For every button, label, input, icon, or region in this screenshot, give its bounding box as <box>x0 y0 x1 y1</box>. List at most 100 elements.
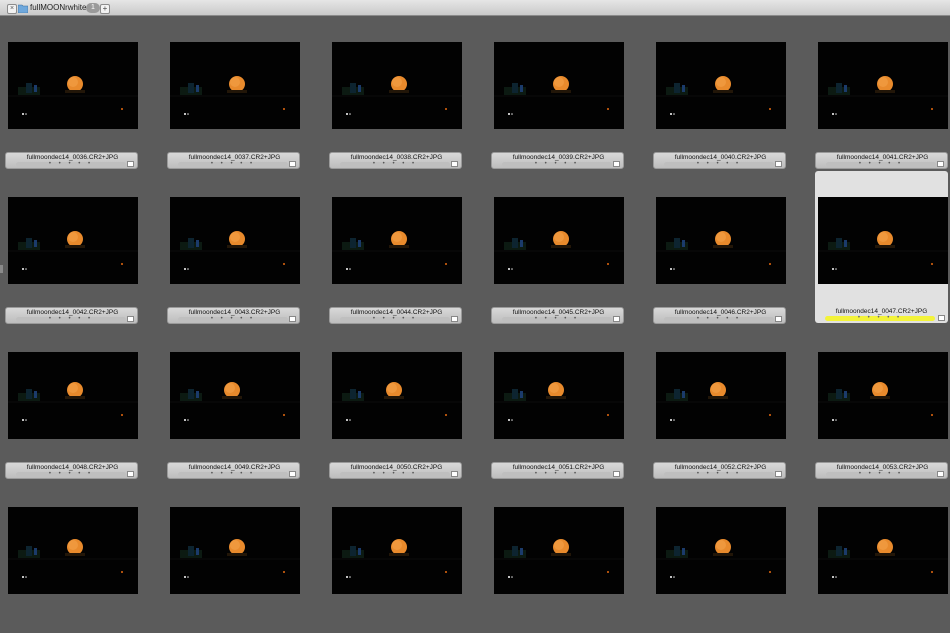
thumbnail-image[interactable] <box>494 42 624 129</box>
thumbnail-image[interactable] <box>170 42 300 129</box>
thumbnail-image[interactable] <box>818 352 948 439</box>
thumbnail-cell[interactable]: fullmoondec14_0051.CR2+JPG • • • • • <box>491 326 624 479</box>
thumbnail-image[interactable] <box>494 352 624 439</box>
thumbnail-cell[interactable] <box>815 481 948 633</box>
thumbnail-label-bar: fullmoondec14_0053.CR2+JPG • • • • • <box>815 462 948 479</box>
select-checkbox[interactable] <box>937 161 944 167</box>
thumbnail-filename: fullmoondec14_0053.CR2+JPG <box>836 464 929 471</box>
thumbnail-cell[interactable]: fullmoondec14_0052.CR2+JPG • • • • • <box>653 326 786 479</box>
thumbnail-image[interactable] <box>8 42 138 129</box>
tab-title[interactable]: fullMOONrwhite <box>30 3 86 12</box>
tab-bar: × fullMOONrwhite 1 + <box>0 0 950 16</box>
rating-stars[interactable]: • • • • • <box>664 161 774 167</box>
folder-icon <box>18 4 28 13</box>
thumbnail-image[interactable] <box>656 42 786 129</box>
thumbnail-cell[interactable]: fullmoondec14_0042.CR2+JPG • • • • • <box>5 171 138 324</box>
thumbnail-cell[interactable]: fullmoondec14_0041.CR2+JPG • • • • • <box>815 16 948 169</box>
thumbnail-image[interactable] <box>170 197 300 284</box>
rating-stars[interactable]: • • • • • <box>178 161 288 167</box>
rating-stars[interactable]: • • • • • <box>826 471 936 477</box>
select-checkbox[interactable] <box>613 471 620 477</box>
thumbnail-cell[interactable] <box>491 481 624 633</box>
thumbnail-image[interactable] <box>8 507 138 594</box>
select-checkbox[interactable] <box>127 161 134 167</box>
thumbnail-image[interactable] <box>656 352 786 439</box>
rating-stars[interactable]: • • • • • <box>502 471 612 477</box>
select-checkbox[interactable] <box>289 316 296 322</box>
thumbnail-cell[interactable]: fullmoondec14_0043.CR2+JPG • • • • • <box>167 171 300 324</box>
thumbnail-image[interactable] <box>818 507 948 594</box>
thumbnail-image[interactable] <box>656 507 786 594</box>
rating-stars[interactable]: • • • • • <box>16 161 126 167</box>
thumbnail-cell[interactable]: fullmoondec14_0048.CR2+JPG • • • • • <box>5 326 138 479</box>
select-checkbox[interactable] <box>775 316 782 322</box>
rating-stars[interactable]: • • • • • <box>664 316 774 322</box>
rating-stars[interactable]: • • • • • <box>340 316 450 322</box>
thumbnail-label-bar: fullmoondec14_0047.CR2+JPG • • • • • <box>815 307 948 324</box>
rating-stars[interactable]: • • • • • <box>340 471 450 477</box>
thumbnail-cell[interactable] <box>653 481 786 633</box>
thumbnail-filename: fullmoondec14_0049.CR2+JPG <box>188 464 281 471</box>
thumbnail-cell[interactable]: fullmoondec14_0050.CR2+JPG • • • • • <box>329 326 462 479</box>
thumbnail-cell[interactable]: fullmoondec14_0040.CR2+JPG • • • • • <box>653 16 786 169</box>
thumbnail-image[interactable] <box>818 42 948 129</box>
select-checkbox[interactable] <box>289 471 296 477</box>
thumbnail-cell[interactable] <box>329 481 462 633</box>
rating-stars[interactable]: • • • • • <box>825 315 935 321</box>
select-checkbox[interactable] <box>938 315 945 321</box>
select-checkbox[interactable] <box>127 316 134 322</box>
tab-count-badge: 1 <box>86 3 100 13</box>
select-checkbox[interactable] <box>451 471 458 477</box>
thumbnail-image[interactable] <box>332 42 462 129</box>
select-checkbox[interactable] <box>775 471 782 477</box>
thumbnail-cell[interactable]: fullmoondec14_0036.CR2+JPG • • • • • <box>5 16 138 169</box>
select-checkbox[interactable] <box>127 471 134 477</box>
select-checkbox[interactable] <box>775 161 782 167</box>
thumbnail-cell[interactable]: fullmoondec14_0039.CR2+JPG • • • • • <box>491 16 624 169</box>
rating-stars[interactable]: • • • • • <box>178 471 288 477</box>
thumbnail-cell[interactable]: fullmoondec14_0037.CR2+JPG • • • • • <box>167 16 300 169</box>
thumbnail-cell[interactable]: fullmoondec14_0046.CR2+JPG • • • • • <box>653 171 786 324</box>
select-checkbox[interactable] <box>289 161 296 167</box>
thumbnail-image[interactable] <box>332 352 462 439</box>
scroll-indicator[interactable] <box>0 265 3 273</box>
thumbnail-filename: fullmoondec14_0042.CR2+JPG <box>26 309 119 316</box>
thumbnail-image[interactable] <box>8 352 138 439</box>
add-tab-button[interactable]: + <box>100 4 110 14</box>
select-checkbox[interactable] <box>451 316 458 322</box>
thumbnail-image[interactable] <box>494 507 624 594</box>
thumbnail-image[interactable] <box>656 197 786 284</box>
thumbnail-image[interactable] <box>494 197 624 284</box>
rating-stars[interactable]: • • • • • <box>16 471 126 477</box>
select-checkbox[interactable] <box>613 161 620 167</box>
rating-stars[interactable]: • • • • • <box>502 161 612 167</box>
thumbnail-image[interactable] <box>8 197 138 284</box>
rating-stars[interactable]: • • • • • <box>340 161 450 167</box>
thumbnail-cell[interactable]: fullmoondec14_0038.CR2+JPG • • • • • <box>329 16 462 169</box>
thumbnail-cell[interactable]: fullmoondec14_0047.CR2+JPG • • • • • <box>815 171 948 323</box>
select-checkbox[interactable] <box>937 471 944 477</box>
thumbnail-filename: fullmoondec14_0038.CR2+JPG <box>350 154 443 161</box>
thumbnail-label-bar: fullmoondec14_0041.CR2+JPG • • • • • <box>815 152 948 169</box>
thumbnail-image[interactable] <box>332 197 462 284</box>
thumbnail-label-bar: fullmoondec14_0051.CR2+JPG • • • • • <box>491 462 624 479</box>
thumbnail-image[interactable] <box>332 507 462 594</box>
rating-stars[interactable]: • • • • • <box>16 316 126 322</box>
rating-stars[interactable]: • • • • • <box>502 316 612 322</box>
thumbnail-cell[interactable]: fullmoondec14_0045.CR2+JPG • • • • • <box>491 171 624 324</box>
thumbnail-cell[interactable]: fullmoondec14_0044.CR2+JPG • • • • • <box>329 171 462 324</box>
rating-stars[interactable]: • • • • • <box>664 471 774 477</box>
thumbnail-image[interactable] <box>170 352 300 439</box>
close-tab-button[interactable]: × <box>7 4 17 14</box>
thumbnail-image[interactable] <box>170 507 300 594</box>
thumbnail-cell[interactable] <box>167 481 300 633</box>
thumbnail-cell[interactable]: fullmoondec14_0053.CR2+JPG • • • • • <box>815 326 948 479</box>
thumbnail-cell[interactable]: fullmoondec14_0049.CR2+JPG • • • • • <box>167 326 300 479</box>
thumbnail-filename: fullmoondec14_0044.CR2+JPG <box>350 309 443 316</box>
rating-stars[interactable]: • • • • • <box>178 316 288 322</box>
rating-stars[interactable]: • • • • • <box>826 161 936 167</box>
select-checkbox[interactable] <box>451 161 458 167</box>
thumbnail-cell[interactable] <box>5 481 138 633</box>
select-checkbox[interactable] <box>613 316 620 322</box>
thumbnail-image[interactable] <box>818 197 948 284</box>
